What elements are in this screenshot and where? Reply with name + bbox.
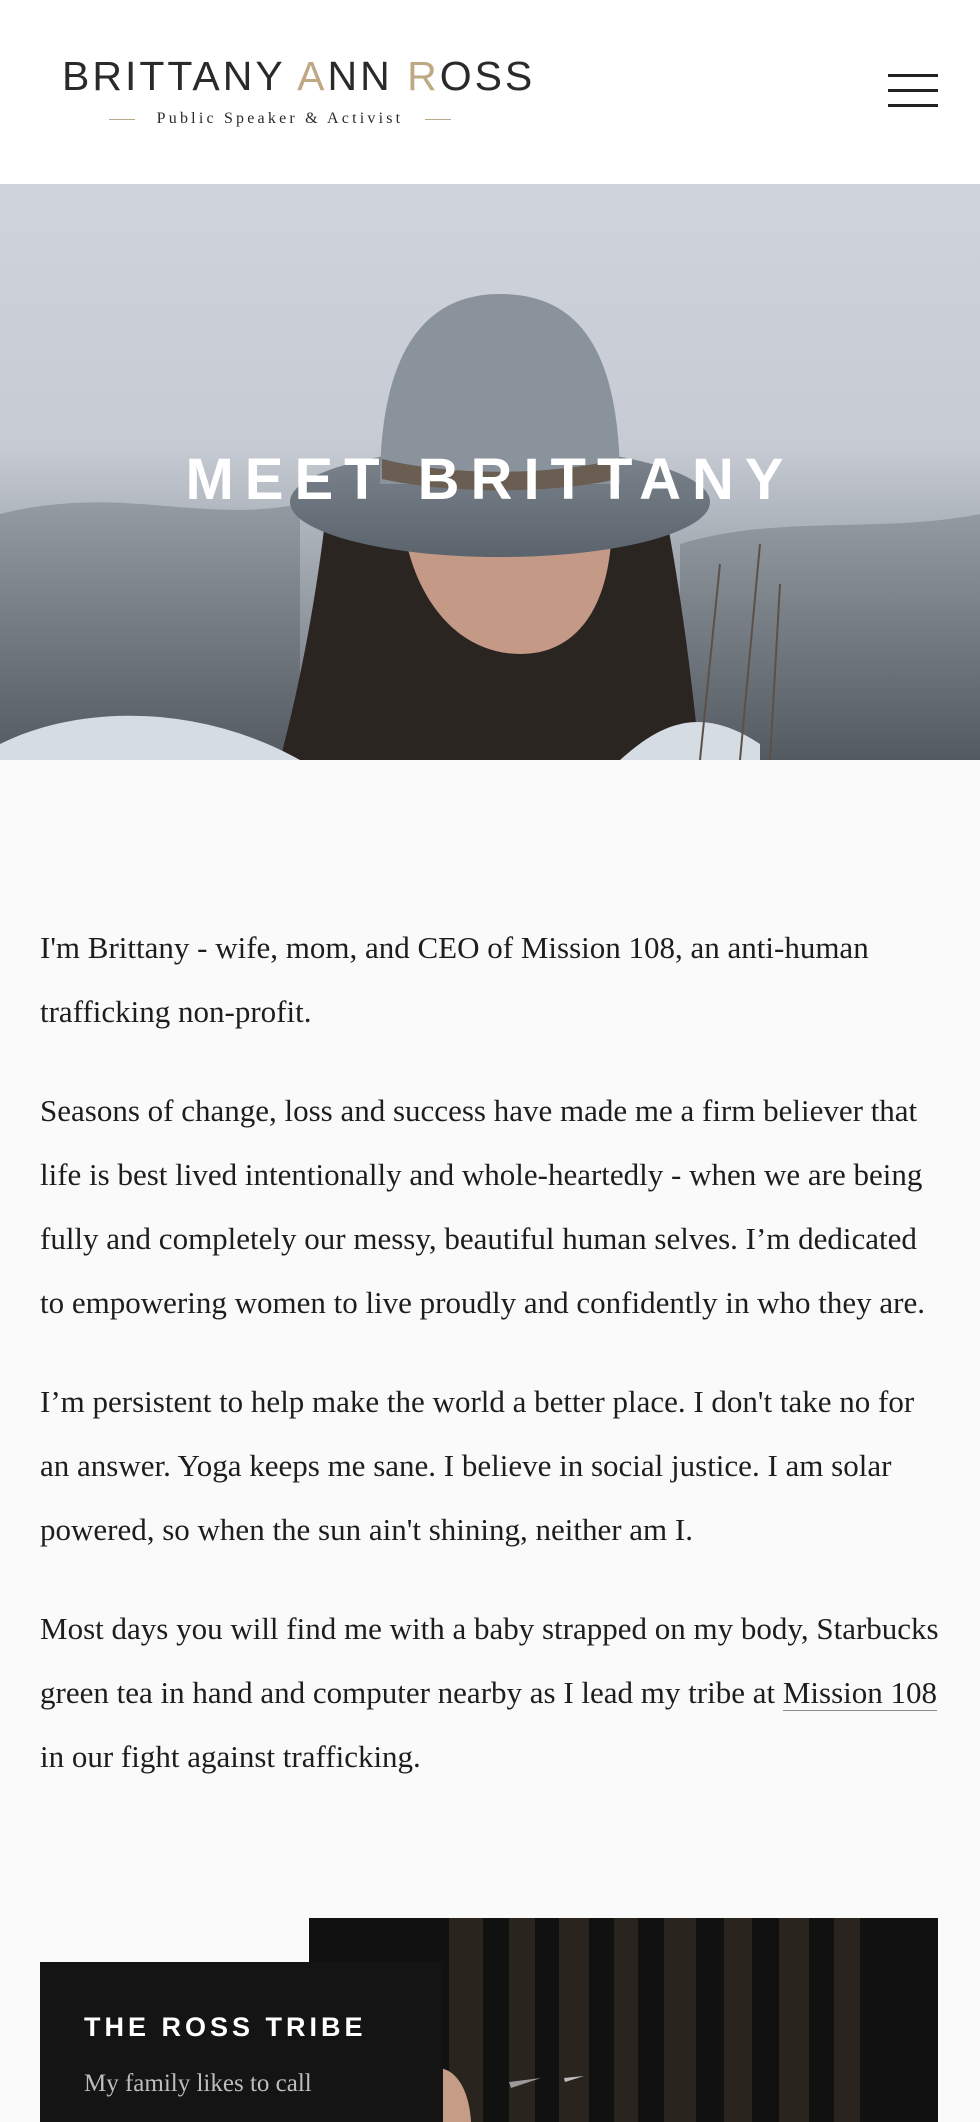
tagline-dash-right (425, 118, 452, 120)
tagline-dash-left (108, 118, 135, 120)
tagline-text: Public Speaker & Activist (156, 110, 404, 127)
logo-name: BRITTANY ANN ROSS (62, 53, 536, 99)
tribe-text: My family likes to call (84, 2070, 312, 2097)
hero-banner: MEET BRITTANY (0, 184, 980, 760)
logo-tagline: Public Speaker & Activist (62, 110, 498, 128)
mission-108-link[interactable]: Mission 108 (782, 1675, 938, 1711)
hamburger-menu-icon[interactable] (888, 74, 938, 108)
about-paragraph-2: Seasons of change, loss and success have… (40, 1093, 926, 1320)
about-paragraph-1: I'm Brittany - wife, mom, and CEO of Mis… (40, 930, 869, 1029)
site-logo[interactable]: BRITTANY ANN ROSS Public Speaker & Activ… (62, 53, 536, 128)
about-paragraph-4: Most days you will find me with a baby s… (40, 1611, 939, 1774)
hero-title: MEET BRITTANY (185, 447, 795, 512)
about-paragraph-3: I’m persistent to help make the world a … (40, 1384, 915, 1547)
site-header: BRITTANY ANN ROSS Public Speaker & Activ… (0, 0, 980, 184)
about-content: I'm Brittany - wife, mom, and CEO of Mis… (40, 916, 940, 1824)
tribe-title: THE ROSS TRIBE (84, 2012, 367, 2042)
tribe-card: THE ROSS TRIBE My family likes to call (40, 1962, 443, 2122)
